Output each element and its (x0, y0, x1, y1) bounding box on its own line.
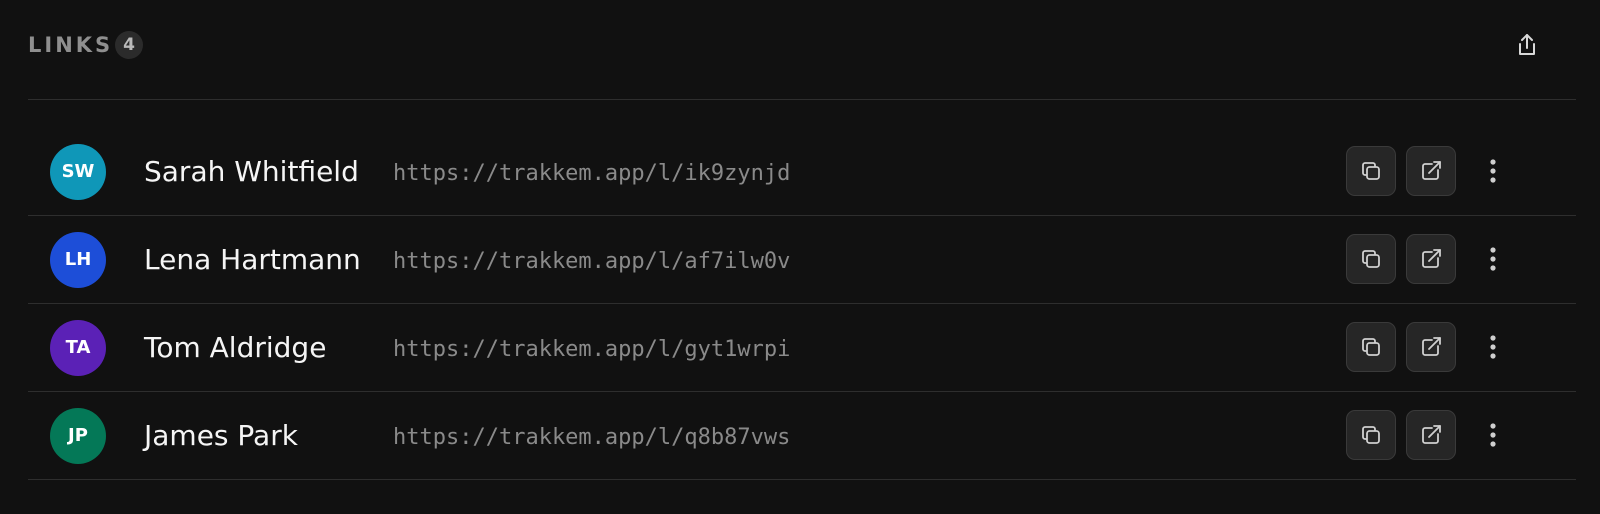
share-button[interactable] (1510, 28, 1544, 62)
more-vertical-icon (1490, 335, 1496, 359)
link-row: LH Lena Hartmann https://trakkem.app/l/a… (28, 216, 1576, 304)
open-link-button[interactable] (1406, 410, 1456, 460)
copy-icon (1362, 426, 1380, 444)
link-url[interactable]: https://trakkem.app/l/ik9zynjd (393, 161, 790, 186)
contact-name: Tom Aldridge (144, 331, 327, 364)
link-row: TA Tom Aldridge https://trakkem.app/l/gy… (28, 304, 1576, 392)
external-link-icon (1422, 161, 1441, 180)
copy-link-button[interactable] (1346, 234, 1396, 284)
open-link-button[interactable] (1406, 234, 1456, 284)
link-url[interactable]: https://trakkem.app/l/gyt1wrpi (393, 337, 790, 362)
link-url[interactable]: https://trakkem.app/l/q8b87vws (393, 425, 790, 450)
avatar: TA (50, 320, 106, 376)
copy-icon (1362, 162, 1380, 180)
avatar: JP (50, 408, 106, 464)
link-count-badge: 4 (115, 31, 143, 59)
more-vertical-icon (1490, 159, 1496, 183)
copy-icon (1362, 338, 1380, 356)
copy-link-button[interactable] (1346, 410, 1396, 460)
avatar: SW (50, 144, 106, 200)
more-vertical-icon (1490, 423, 1496, 447)
external-link-icon (1422, 425, 1441, 444)
contact-name: Sarah Whitfield (144, 155, 359, 188)
more-options-button[interactable] (1476, 154, 1510, 188)
more-vertical-icon (1490, 247, 1496, 271)
link-row: JP James Park https://trakkem.app/l/q8b8… (28, 392, 1576, 480)
link-url[interactable]: https://trakkem.app/l/af7ilw0v (393, 249, 790, 274)
copy-link-button[interactable] (1346, 322, 1396, 372)
link-row: SW Sarah Whitfield https://trakkem.app/l… (28, 128, 1576, 216)
more-options-button[interactable] (1476, 418, 1510, 452)
links-list: SW Sarah Whitfield https://trakkem.app/l… (28, 128, 1576, 480)
links-header: LINKS 4 (28, 28, 1544, 64)
share-upload-icon (1519, 34, 1535, 55)
copy-icon (1362, 250, 1380, 268)
section-title: LINKS (28, 33, 114, 57)
external-link-icon (1422, 337, 1441, 356)
copy-link-button[interactable] (1346, 146, 1396, 196)
open-link-button[interactable] (1406, 146, 1456, 196)
external-link-icon (1422, 249, 1441, 268)
open-link-button[interactable] (1406, 322, 1456, 372)
avatar: LH (50, 232, 106, 288)
contact-name: Lena Hartmann (144, 243, 361, 276)
contact-name: James Park (144, 419, 298, 452)
more-options-button[interactable] (1476, 242, 1510, 276)
header-divider (28, 99, 1576, 100)
more-options-button[interactable] (1476, 330, 1510, 364)
